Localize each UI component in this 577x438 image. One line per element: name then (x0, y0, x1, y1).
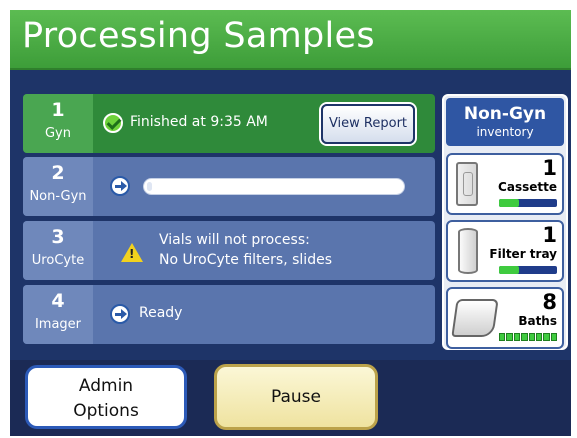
inventory-title: Non-Gyn (463, 104, 547, 124)
inventory-panel: Non-Gyn inventory 1 Cassette 1 Filter tr… (442, 94, 568, 350)
admin-button-line1: Admin (78, 376, 134, 396)
title-bar: Processing Samples (10, 10, 571, 70)
view-report-button[interactable]: View Report (321, 104, 415, 144)
cassette-icon (456, 162, 478, 206)
level-fill (499, 266, 520, 274)
row-label: UroCyte (31, 253, 85, 268)
arrow-right-icon (110, 176, 130, 196)
row-imager: 4 Imager Ready (23, 285, 435, 344)
row-gyn: 1 Gyn Finished at 9:35 AM View Report (23, 94, 435, 153)
admin-options-button[interactable]: Admin Options (25, 365, 187, 429)
inventory-item-filter-tray[interactable]: 1 Filter tray (446, 220, 564, 282)
level-bar (499, 199, 557, 207)
inventory-item-cassette[interactable]: 1 Cassette (446, 153, 564, 215)
inventory-name: Cassette (498, 180, 557, 194)
row-number: 4 (51, 290, 65, 312)
row-number-box: 1 Gyn (23, 94, 93, 153)
filter-tray-icon (458, 228, 478, 274)
bottom-bar: Admin Options Pause (10, 360, 571, 436)
level-segment (550, 333, 557, 341)
checkmark-icon (103, 113, 123, 133)
progress-fill (147, 182, 152, 191)
level-segment (543, 333, 550, 341)
warning-message-line1: Vials will not process: (159, 232, 310, 248)
row-non-gyn: 2 Non-Gyn (23, 157, 435, 216)
arrow-right-icon (110, 304, 130, 324)
row-body: Finished at 9:35 AM View Report (93, 94, 435, 153)
row-label: Gyn (44, 126, 71, 141)
inventory-header: Non-Gyn inventory (446, 98, 564, 146)
warning-message-line2: No UroCyte filters, slides (159, 252, 332, 268)
row-urocyte: 3 UroCyte ! Vials will not process: No U… (23, 221, 435, 280)
row-number-box: 4 Imager (23, 285, 93, 344)
level-segment (499, 333, 506, 341)
app-frame: Processing Samples 1 Gyn Finished at 9:3… (10, 10, 571, 436)
inventory-count: 8 (542, 290, 557, 314)
level-segment (528, 333, 535, 341)
level-segments (499, 333, 557, 341)
row-number-box: 3 UroCyte (23, 221, 93, 280)
level-segment (513, 333, 521, 341)
warning-icon-mark: ! (129, 247, 135, 261)
row-body (93, 157, 435, 216)
admin-button-line2: Options (73, 401, 139, 421)
level-segment (506, 333, 513, 341)
inventory-item-baths[interactable]: 8 Baths (446, 287, 564, 349)
page-title: Processing Samples (22, 16, 375, 56)
inventory-name: Filter tray (489, 247, 557, 261)
level-bar (499, 266, 557, 274)
row-number: 2 (51, 162, 65, 184)
level-fill (499, 199, 520, 207)
inventory-count: 1 (542, 156, 557, 180)
level-segment (535, 333, 543, 341)
status-text: Ready (139, 305, 183, 321)
row-number: 1 (51, 99, 65, 121)
inventory-count: 1 (542, 223, 557, 247)
status-text: Finished at 9:35 AM (130, 114, 268, 130)
inventory-subtitle: inventory (476, 125, 534, 139)
pause-button[interactable]: Pause (214, 364, 378, 430)
bath-icon (451, 299, 499, 337)
row-number-box: 2 Non-Gyn (23, 157, 93, 216)
level-segment (521, 333, 528, 341)
progress-bar (143, 178, 405, 195)
row-label: Imager (34, 317, 82, 332)
row-body: ! Vials will not process: No UroCyte fil… (93, 221, 435, 280)
row-number: 3 (51, 226, 65, 248)
inventory-name: Baths (518, 314, 557, 328)
row-body: Ready (93, 285, 435, 344)
row-label: Non-Gyn (29, 189, 87, 204)
